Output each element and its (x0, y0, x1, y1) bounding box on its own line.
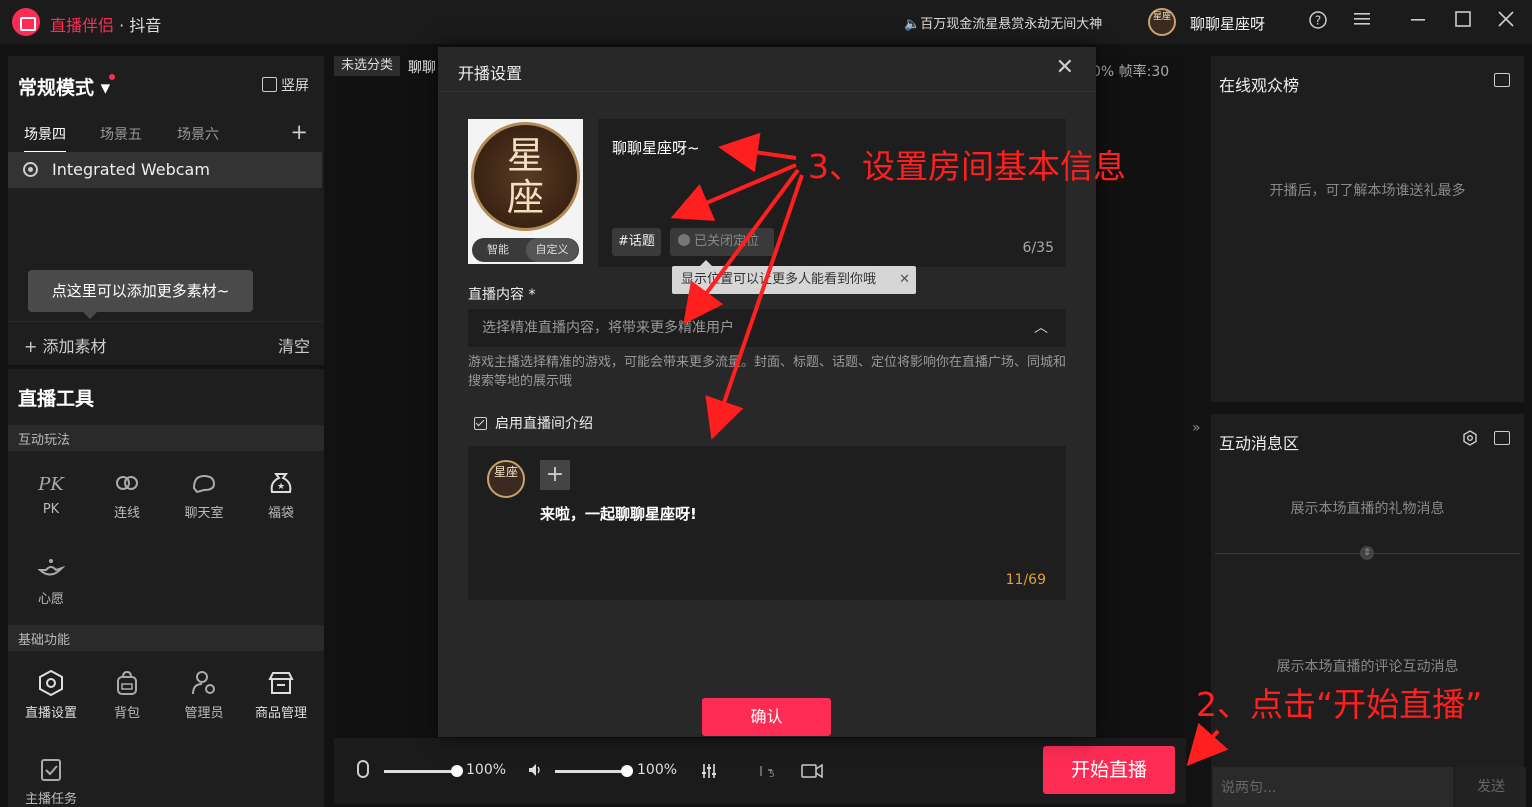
annotation-step3: 3、设置房间基本信息 (808, 147, 1126, 186)
annotation-step2: 2、点击“开始直播” (1196, 685, 1483, 724)
